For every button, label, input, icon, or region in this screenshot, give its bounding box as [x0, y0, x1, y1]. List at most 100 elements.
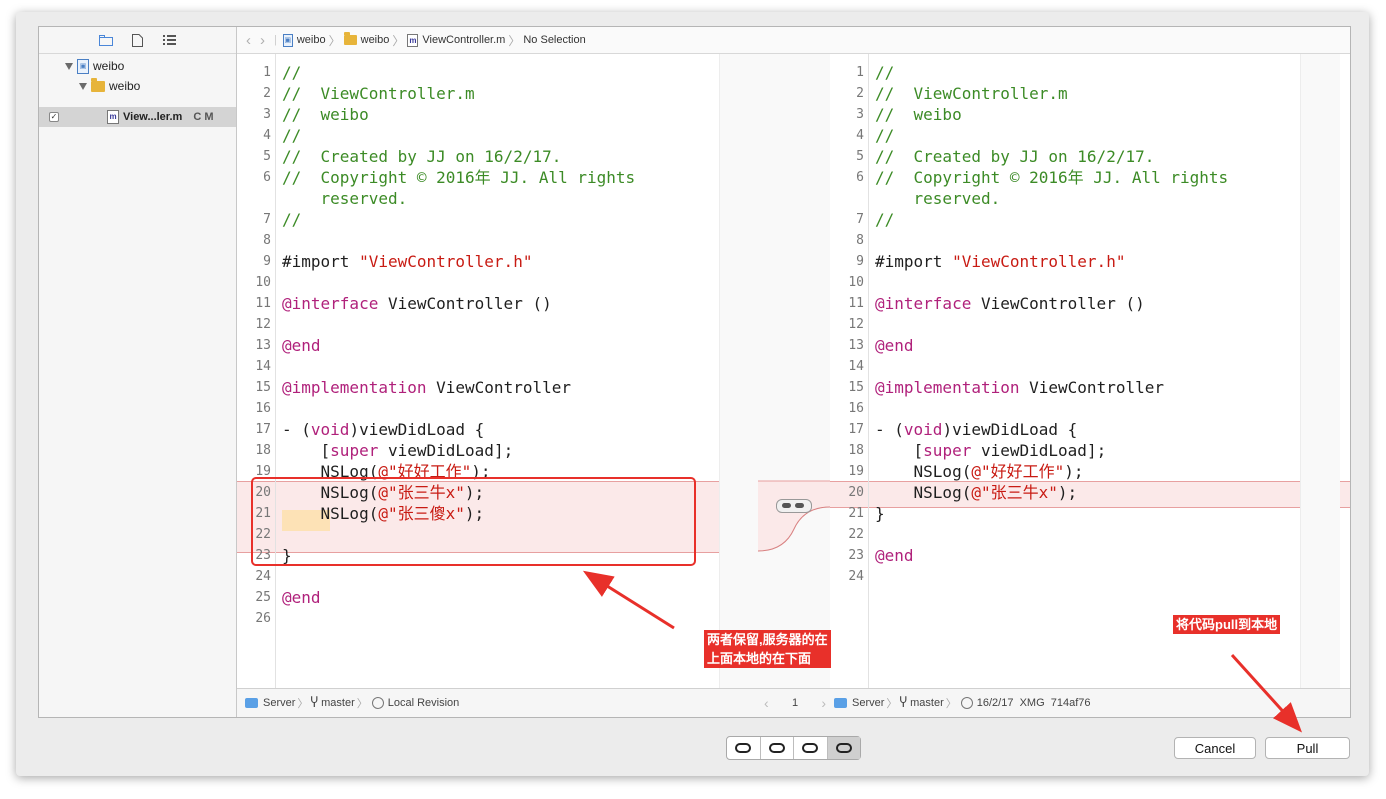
breadcrumb-item[interactable]: No Selection: [523, 34, 585, 46]
line-number: 7: [856, 212, 864, 227]
code-line[interactable]: //: [875, 209, 894, 230]
comparison-mode-selector: [726, 736, 861, 760]
merge-direction-toggle[interactable]: [776, 499, 812, 513]
line-number: 10: [255, 275, 271, 290]
code-line[interactable]: //: [875, 125, 894, 146]
branch-label[interactable]: master: [321, 697, 355, 709]
line-number: 12: [848, 317, 864, 332]
code-line[interactable]: - (void)viewDidLoad {: [875, 419, 1077, 440]
line-number: 15: [255, 380, 271, 395]
change-navigator: ‹ 1 ›: [758, 688, 830, 717]
code-line[interactable]: NSLog(@"张三牛x");: [875, 482, 1078, 503]
back-arrow-icon[interactable]: ‹: [246, 32, 251, 49]
code-line[interactable]: //: [875, 62, 894, 83]
code-token: super: [330, 441, 379, 460]
change-counter: 1: [791, 697, 799, 709]
code-token: @implementation: [875, 378, 1020, 397]
diff-connector: [758, 54, 830, 688]
code-line[interactable]: @interface ViewController (): [875, 293, 1145, 314]
local-version-editor[interactable]: 1 // 2 // ViewController.m 3 // weibo 4 // 5 // C…: [830, 54, 1350, 688]
code-line[interactable]: // Created by JJ on 16/2/17.: [875, 146, 1154, 167]
code-line[interactable]: // Copyright © 2016年 JJ. All rights: [282, 167, 635, 188]
code-token: reserved.: [875, 189, 1001, 208]
next-change-arrow-icon[interactable]: ›: [821, 695, 826, 711]
code-line[interactable]: // Copyright © 2016年 JJ. All rights: [875, 167, 1228, 188]
server-version-editor[interactable]: 1 // 2 // ViewController.m 3 // weibo 4 // 5 // C…: [237, 54, 758, 688]
line-number: 24: [848, 569, 864, 584]
tree-item-project[interactable]: ▣ weibo: [65, 56, 124, 76]
mode-option[interactable]: [794, 737, 828, 759]
code-line[interactable]: #import "ViewController.h": [875, 251, 1125, 272]
list-icon[interactable]: [163, 33, 177, 47]
code-line[interactable]: @end: [875, 545, 914, 566]
disclosure-triangle-icon[interactable]: [79, 82, 87, 90]
mode-option-selected[interactable]: [827, 737, 860, 759]
local-status-bar: Server 〉 Ⴤ master 〉 16/2/17 XMG 714af76: [830, 688, 1350, 717]
code-line[interactable]: //: [282, 125, 301, 146]
breadcrumb-item[interactable]: weibo: [297, 34, 326, 46]
previous-change-arrow-icon[interactable]: ‹: [764, 695, 769, 711]
code-token: @"张三牛x": [971, 483, 1058, 502]
code-line[interactable]: [super viewDidLoad];: [282, 440, 514, 461]
code-line[interactable]: //: [282, 62, 301, 83]
pull-button[interactable]: Pull: [1265, 737, 1350, 759]
code-token: //: [282, 63, 302, 82]
scm-status-badge: C M: [193, 111, 214, 123]
include-checkbox[interactable]: ✓: [49, 112, 59, 122]
server-label[interactable]: Server: [263, 697, 295, 709]
code-line[interactable]: @end: [282, 587, 321, 608]
line-number: 11: [255, 296, 271, 311]
line-number: 9: [856, 254, 864, 269]
code-line[interactable]: // weibo: [875, 104, 962, 125]
code-line[interactable]: reserved.: [875, 188, 1001, 209]
line-number: 15: [848, 380, 864, 395]
code-token: @end: [282, 588, 321, 607]
document-icon[interactable]: [131, 33, 145, 47]
line-number: 18: [848, 443, 864, 458]
disclosure-triangle-icon[interactable]: [65, 62, 73, 70]
code-token: @implementation: [282, 378, 427, 397]
code-line[interactable]: - (void)viewDidLoad {: [282, 419, 484, 440]
branch-label[interactable]: master: [910, 697, 944, 709]
line-number: 11: [848, 296, 864, 311]
code-token: // Copyright © 2016年 JJ. All rights: [875, 168, 1229, 187]
revision-label[interactable]: 16/2/17 XMG 714af76: [977, 697, 1091, 709]
code-line[interactable]: // Created by JJ on 16/2/17.: [282, 146, 561, 167]
code-token: )viewDidLoad {: [349, 420, 485, 439]
code-line[interactable]: }: [875, 503, 885, 524]
breadcrumb-item[interactable]: weibo: [361, 34, 390, 46]
revision-label[interactable]: Local Revision: [388, 697, 460, 709]
line-number: 5: [263, 149, 271, 164]
mode-option[interactable]: [761, 737, 794, 759]
code-line[interactable]: //: [282, 209, 301, 230]
tree-item-file[interactable]: ✓ m View...ler.m C M: [49, 107, 234, 127]
server-label[interactable]: Server: [852, 697, 884, 709]
code-line[interactable]: @implementation ViewController: [875, 377, 1164, 398]
code-line[interactable]: @implementation ViewController: [282, 377, 571, 398]
code-line[interactable]: #import "ViewController.h": [282, 251, 532, 272]
line-number: 19: [848, 464, 864, 479]
folder-icon: [91, 77, 105, 92]
line-number: 12: [255, 317, 271, 332]
tree-item-group[interactable]: weibo: [79, 76, 140, 96]
code-line[interactable]: @end: [282, 335, 321, 356]
code-token: ViewController (): [378, 294, 552, 313]
server-icon: [245, 698, 258, 708]
breadcrumb-item[interactable]: ViewController.m: [422, 34, 505, 46]
code-line[interactable]: reserved.: [282, 188, 408, 209]
code-line[interactable]: [super viewDidLoad];: [875, 440, 1107, 461]
tree-item-label: weibo: [109, 79, 141, 93]
code-line[interactable]: NSLog(@"好好工作");: [875, 461, 1084, 482]
code-token: @end: [875, 546, 914, 565]
cancel-button[interactable]: Cancel: [1174, 737, 1256, 759]
folder-icon[interactable]: [98, 33, 113, 47]
mode-option[interactable]: [727, 737, 761, 759]
code-line[interactable]: // ViewController.m: [875, 83, 1068, 104]
code-line[interactable]: @end: [875, 335, 914, 356]
code-line[interactable]: // weibo: [282, 104, 369, 125]
code-line[interactable]: // ViewController.m: [282, 83, 475, 104]
forward-arrow-icon[interactable]: ›: [260, 32, 265, 49]
line-number: 13: [848, 338, 864, 353]
code-line[interactable]: @interface ViewController (): [282, 293, 552, 314]
pull-dialog-window: ▣ weibo weibo ✓ m View...ler.m C M ‹ › |…: [16, 12, 1369, 776]
